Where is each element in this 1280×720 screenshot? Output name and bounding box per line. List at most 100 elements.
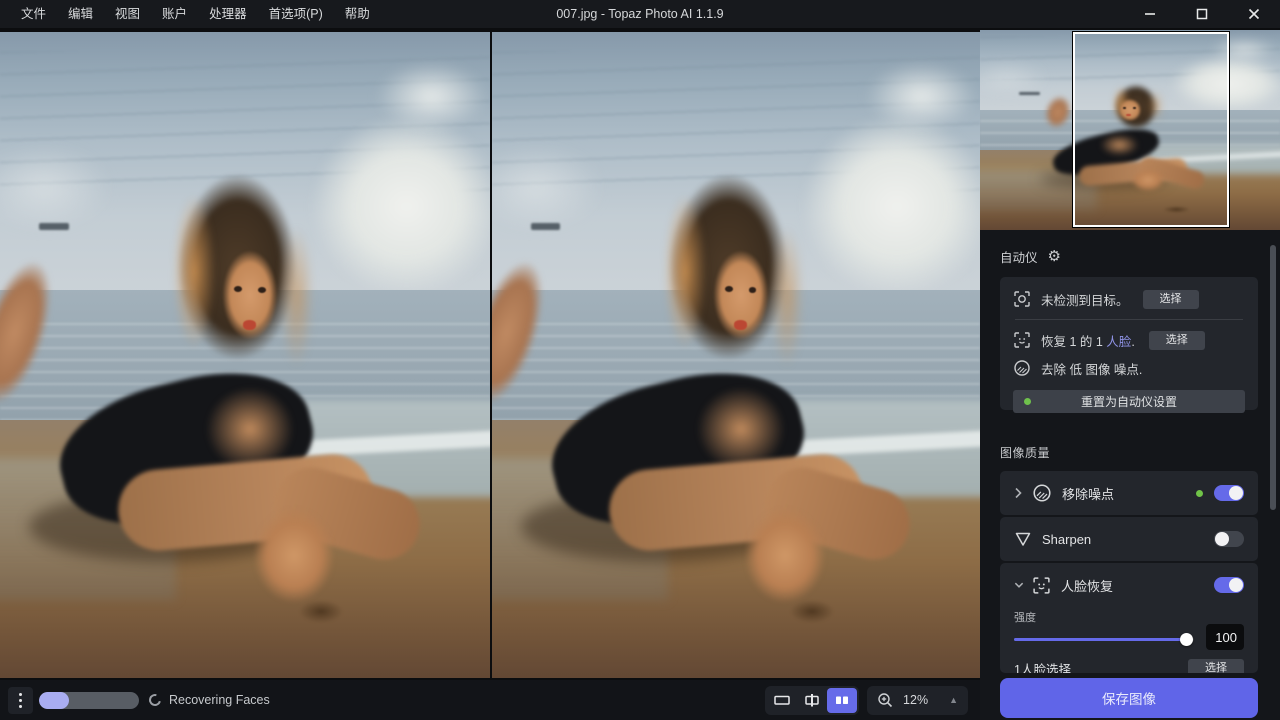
photo-sand-debris	[299, 600, 343, 623]
menu-help[interactable]: 帮助	[334, 0, 381, 28]
strength-value-box[interactable]: 100	[1206, 624, 1244, 650]
status-bar: Recovering Faces	[0, 680, 980, 720]
gear-icon[interactable]: ⚙	[1048, 249, 1061, 264]
sharpen-card[interactable]: Sharpen	[1000, 517, 1258, 561]
face-select-button[interactable]: 选择	[1149, 331, 1205, 350]
photo-lips	[243, 320, 256, 330]
app-window: 文件 编辑 视图 账户 处理器 首选项(P) 帮助 007.jpg - Topa…	[0, 0, 1280, 720]
photo-eye-left	[234, 286, 242, 292]
side-by-side-view-button[interactable]	[827, 688, 857, 713]
menu-view[interactable]: 视图	[104, 0, 151, 28]
noise-icon	[1013, 359, 1031, 377]
sharpen-toggle[interactable]	[1214, 531, 1244, 547]
progress-fill	[39, 692, 69, 709]
reset-status-dot	[1024, 398, 1031, 405]
menu-processor[interactable]: 处理器	[198, 0, 258, 28]
zoom-caret-icon[interactable]: ▲	[949, 695, 958, 705]
navigator-thumbnail[interactable]	[980, 30, 1280, 230]
photo-eye-right	[258, 287, 266, 293]
photo-hair-glow-right	[770, 226, 804, 368]
face-recovery-toggle[interactable]	[1214, 577, 1244, 593]
pane-processed[interactable]	[492, 32, 980, 678]
maximize-icon	[1196, 8, 1208, 20]
split-view-icon	[803, 693, 821, 707]
view-mode-group	[765, 686, 859, 715]
photo-scene	[0, 32, 490, 678]
strength-label: 强度	[1014, 609, 1194, 625]
photo-eye-left	[725, 286, 733, 292]
progress-bar	[39, 692, 139, 709]
face-count-link[interactable]: 人脸	[1106, 335, 1131, 349]
face-recovery-icon	[1032, 576, 1051, 595]
subject-status-text: 未检测到目标。	[1041, 290, 1129, 309]
side-by-side-view-icon	[833, 693, 851, 707]
faces-selected-label: 1人脸选择	[1014, 659, 1071, 673]
menu-edit[interactable]: 编辑	[57, 0, 104, 28]
minimize-button[interactable]	[1124, 0, 1176, 28]
photo-hands	[250, 504, 338, 607]
card-divider	[1015, 319, 1243, 320]
single-view-button[interactable]	[767, 688, 797, 713]
zoom-control[interactable]: 12% ▲	[867, 686, 968, 715]
menu-preferences[interactable]: 首选项(P)	[258, 0, 334, 28]
titlebar: 文件 编辑 视图 账户 处理器 首选项(P) 帮助 007.jpg - Topa…	[0, 0, 1280, 30]
autopilot-title: 自动仪	[1000, 247, 1038, 266]
photo-sand-debris	[790, 600, 834, 623]
faces-selected-row: 1人脸选择 选择	[1014, 659, 1244, 673]
menu-account[interactable]: 账户	[151, 0, 198, 28]
face-status-row: 恢复 1 的 1 人脸. 选择	[1013, 329, 1245, 351]
photo-ship	[39, 223, 68, 230]
face-recovery-label: 人脸恢复	[1061, 576, 1113, 595]
remove-noise-card[interactable]: 移除噪点	[1000, 471, 1258, 515]
navigator-viewport[interactable]	[1073, 32, 1229, 227]
sharpen-icon	[1014, 530, 1032, 548]
chevron-right-icon[interactable]	[1014, 487, 1024, 499]
noise-status-row: 去除 低 图像 噪点.	[1013, 357, 1245, 379]
panel-body: 自动仪 ⚙ 未检测到目标。 选择	[980, 247, 1280, 718]
photo-cloud-top	[358, 51, 490, 141]
chevron-down-icon[interactable]	[1014, 581, 1024, 589]
remove-noise-toggle[interactable]	[1214, 485, 1244, 501]
right-panel: 自动仪 ⚙ 未检测到目标。 选择	[980, 30, 1280, 720]
pane-original[interactable]	[0, 32, 490, 678]
strength-row: 强度 100	[1014, 609, 1244, 650]
image-canvas	[0, 30, 980, 680]
window-controls	[1124, 0, 1280, 28]
more-options-button[interactable]	[8, 687, 33, 714]
remove-noise-label: 移除噪点	[1062, 484, 1114, 503]
autopilot-active-dot	[1196, 490, 1203, 497]
strength-slider[interactable]	[1014, 633, 1194, 646]
photo-cloud-top	[848, 51, 980, 141]
menu-file[interactable]: 文件	[10, 0, 57, 28]
photo-ship	[1019, 92, 1040, 95]
photo-cloud-left	[980, 62, 1058, 94]
face-detect-icon	[1013, 331, 1031, 349]
close-button[interactable]	[1228, 0, 1280, 28]
spinner-icon	[147, 692, 163, 708]
face-recovery-header[interactable]: 人脸恢复	[1014, 563, 1244, 607]
photo-scene-processed	[492, 32, 980, 678]
close-icon	[1248, 8, 1260, 20]
maximize-button[interactable]	[1176, 0, 1228, 28]
reset-autopilot-button[interactable]: 重置为自动仪设置	[1013, 390, 1245, 413]
split-view-button[interactable]	[797, 688, 827, 713]
kebab-icon	[19, 693, 22, 696]
strength-slider-knob[interactable]	[1180, 633, 1193, 646]
autopilot-summary-card: 未检测到目标。 选择 恢复 1 的 1 人脸.	[1000, 277, 1258, 410]
sharpen-label: Sharpen	[1042, 532, 1091, 547]
photo-hair-glow-left	[172, 194, 216, 349]
panel-scrollbar[interactable]	[1270, 245, 1276, 510]
photo-ship	[531, 223, 560, 230]
photo-hair-glow-right	[279, 226, 313, 368]
photo-lips	[734, 320, 747, 330]
image-quality-header: 图像质量	[1000, 444, 1258, 461]
zoom-in-icon	[877, 692, 894, 709]
photo-hair-glow-left	[663, 194, 707, 349]
remove-noise-icon	[1032, 483, 1052, 503]
menubar: 文件 编辑 视图 账户 处理器 首选项(P) 帮助	[0, 0, 381, 28]
subject-select-button[interactable]: 选择	[1143, 290, 1199, 309]
subject-detect-icon	[1013, 290, 1031, 308]
minimize-icon	[1144, 8, 1156, 20]
save-image-button[interactable]: 保存图像	[1000, 678, 1258, 718]
faces-select-button[interactable]: 选择	[1188, 659, 1244, 673]
